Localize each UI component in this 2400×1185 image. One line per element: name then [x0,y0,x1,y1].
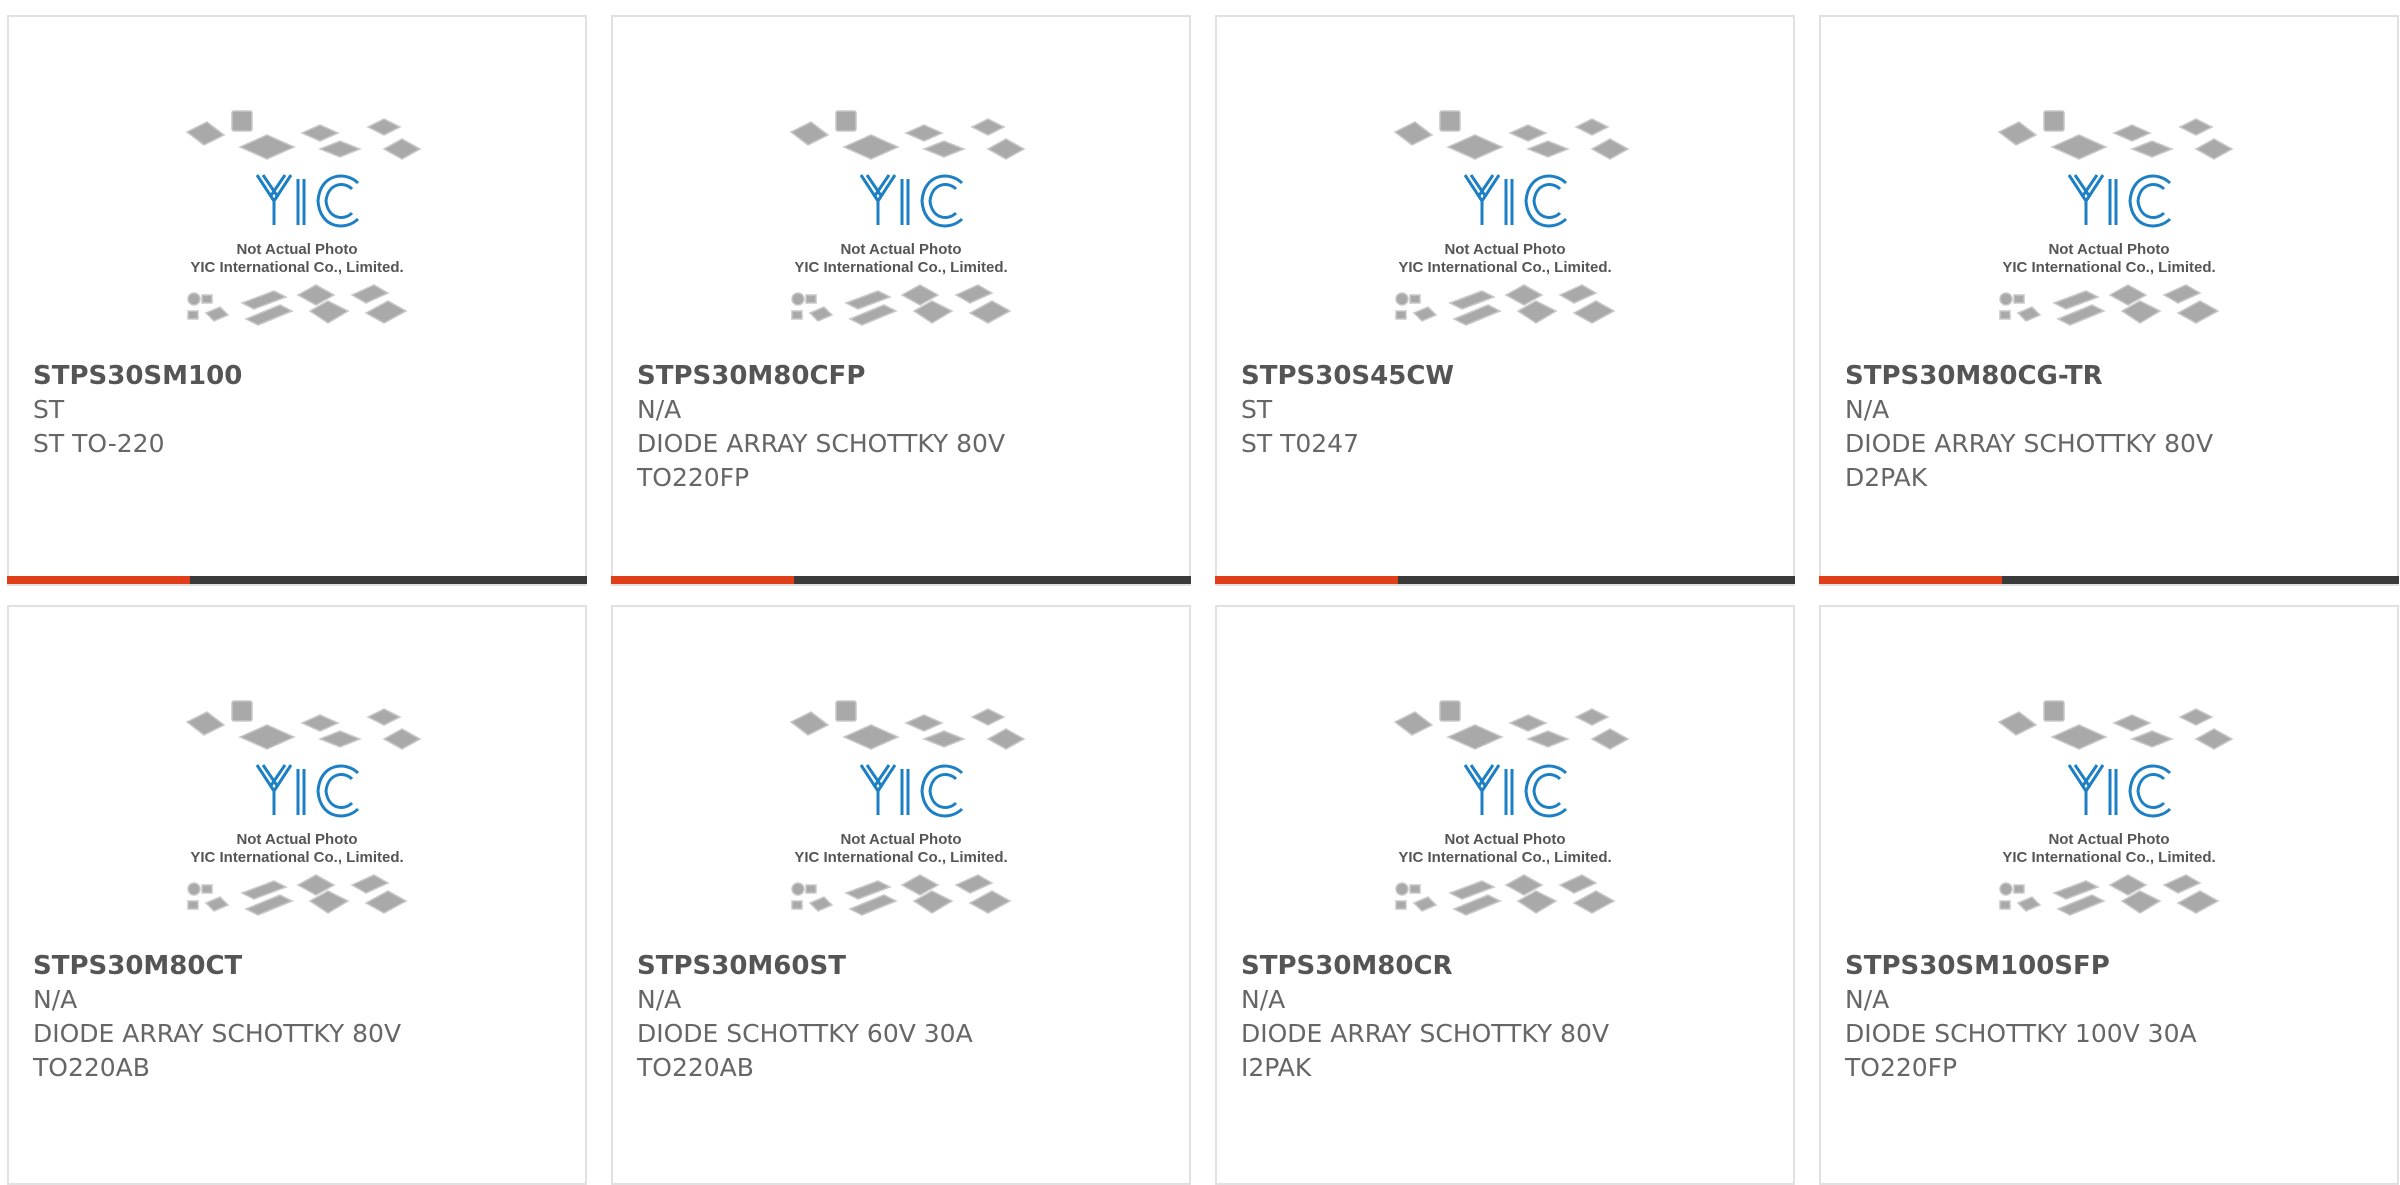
product-details: STPS30SM100 ST ST TO-220 [33,359,565,461]
component-placeholder-image: Not Actual Photo YIC International Co., … [1393,700,1630,916]
description-line2: TO220AB [637,1053,754,1082]
part-number[interactable]: STPS30M60ST [637,949,1169,983]
product-details: STPS30M80CFP N/A DIODE ARRAY SCHOTTKY 80… [637,359,1169,495]
product-card[interactable]: Not Actual Photo YIC International Co., … [7,605,587,1185]
product-image[interactable]: Not Actual Photo YIC International Co., … [613,687,1189,957]
product-details: STPS30M80CG-TR N/A DIODE ARRAY SCHOTTKY … [1845,359,2377,495]
part-number[interactable]: STPS30M80CT [33,949,565,983]
photo-caption-line1: Not Actual Photo [236,241,357,258]
photo-caption-line2: YIC International Co., Limited. [190,849,403,866]
card-accent-bar [1819,576,2002,584]
description-line2: TO220AB [33,1053,150,1082]
product-grid: Not Actual Photo YIC International Co., … [0,0,2400,1185]
product-image[interactable]: Not Actual Photo YIC International Co., … [9,687,585,957]
photo-caption-line2: YIC International Co., Limited. [2002,849,2215,866]
description-line1: ST TO-220 [33,429,165,458]
product-details: STPS30M60ST N/A DIODE SCHOTTKY 60V 30A T… [637,949,1169,1085]
product-card[interactable]: Not Actual Photo YIC International Co., … [1819,605,2399,1185]
component-placeholder-image: Not Actual Photo YIC International Co., … [1997,700,2234,916]
card-accent-bar [7,576,190,584]
photo-caption-line2: YIC International Co., Limited. [794,849,1007,866]
description-line1: DIODE ARRAY SCHOTTKY 80V [637,429,1006,458]
photo-caption-line1: Not Actual Photo [236,831,357,848]
photo-caption-line2: YIC International Co., Limited. [2002,259,2215,276]
card-footer-bar [1819,576,2399,584]
yic-logo-icon [859,764,964,818]
description-line1: DIODE ARRAY SCHOTTKY 80V [1845,429,2214,458]
brand: N/A [1241,985,1286,1014]
photo-caption-line1: Not Actual Photo [1444,831,1565,848]
product-image[interactable]: Not Actual Photo YIC International Co., … [1821,687,2397,957]
card-footer-bar [1215,576,1795,584]
product-details: STPS30S45CW ST ST T0247 [1241,359,1773,461]
product-card[interactable]: Not Actual Photo YIC International Co., … [1819,15,2399,586]
product-image[interactable]: Not Actual Photo YIC International Co., … [1217,97,1793,367]
product-image[interactable]: Not Actual Photo YIC International Co., … [613,97,1189,367]
description-line2: TO220FP [637,463,750,492]
product-image[interactable]: Not Actual Photo YIC International Co., … [9,97,585,367]
yic-logo-icon [2067,174,2172,228]
description-line1: DIODE ARRAY SCHOTTKY 80V [1241,1019,1610,1048]
product-card[interactable]: Not Actual Photo YIC International Co., … [611,605,1191,1185]
description-line2: I2PAK [1241,1053,1312,1082]
brand: N/A [637,395,682,424]
description-line2: D2PAK [1845,463,1928,492]
part-number[interactable]: STPS30SM100 [33,359,565,393]
card-footer-bar [611,576,1191,584]
description-line1: DIODE SCHOTTKY 60V 30A [637,1019,973,1048]
product-details: STPS30M80CR N/A DIODE ARRAY SCHOTTKY 80V… [1241,949,1773,1085]
component-placeholder-image: Not Actual Photo YIC International Co., … [1393,110,1630,326]
part-number[interactable]: STPS30M80CG-TR [1845,359,2377,393]
product-details: STPS30SM100SFP N/A DIODE SCHOTTKY 100V 3… [1845,949,2377,1085]
photo-caption-line1: Not Actual Photo [1444,241,1565,258]
product-card[interactable]: Not Actual Photo YIC International Co., … [1215,15,1795,586]
description-line2: TO220FP [1845,1053,1958,1082]
yic-logo-icon [1463,764,1568,818]
product-image[interactable]: Not Actual Photo YIC International Co., … [1821,97,2397,367]
card-accent-bar [1215,576,1398,584]
brand: N/A [33,985,78,1014]
yic-logo-icon [1463,174,1568,228]
description-line1: DIODE SCHOTTKY 100V 30A [1845,1019,2197,1048]
photo-caption-line2: YIC International Co., Limited. [190,259,403,276]
photo-caption-line2: YIC International Co., Limited. [1398,259,1611,276]
part-number[interactable]: STPS30SM100SFP [1845,949,2377,983]
card-accent-bar [611,576,794,584]
part-number[interactable]: STPS30M80CR [1241,949,1773,983]
yic-logo-icon [255,764,360,818]
photo-caption-line1: Not Actual Photo [840,241,961,258]
photo-caption-line1: Not Actual Photo [2048,831,2169,848]
product-details: STPS30M80CT N/A DIODE ARRAY SCHOTTKY 80V… [33,949,565,1085]
card-footer-bar [7,576,587,584]
product-image[interactable]: Not Actual Photo YIC International Co., … [1217,687,1793,957]
brand: ST [1241,395,1273,424]
photo-caption-line1: Not Actual Photo [2048,241,2169,258]
photo-caption-line2: YIC International Co., Limited. [1398,849,1611,866]
brand: N/A [1845,395,1890,424]
yic-logo-icon [2067,764,2172,818]
yic-logo-icon [859,174,964,228]
component-placeholder-image: Not Actual Photo YIC International Co., … [789,700,1026,916]
yic-logo-icon [255,174,360,228]
brand: N/A [1845,985,1890,1014]
component-placeholder-image: Not Actual Photo YIC International Co., … [185,700,422,916]
part-number[interactable]: STPS30M80CFP [637,359,1169,393]
product-card[interactable]: Not Actual Photo YIC International Co., … [1215,605,1795,1185]
brand: N/A [637,985,682,1014]
description-line1: ST T0247 [1241,429,1359,458]
photo-caption-line2: YIC International Co., Limited. [794,259,1007,276]
component-placeholder-image: Not Actual Photo YIC International Co., … [789,110,1026,326]
part-number[interactable]: STPS30S45CW [1241,359,1773,393]
photo-caption-line1: Not Actual Photo [840,831,961,848]
description-line1: DIODE ARRAY SCHOTTKY 80V [33,1019,402,1048]
brand: ST [33,395,65,424]
product-card[interactable]: Not Actual Photo YIC International Co., … [611,15,1191,586]
product-card[interactable]: Not Actual Photo YIC International Co., … [7,15,587,586]
component-placeholder-image: Not Actual Photo YIC International Co., … [185,110,422,326]
component-placeholder-image: Not Actual Photo YIC International Co., … [1997,110,2234,326]
